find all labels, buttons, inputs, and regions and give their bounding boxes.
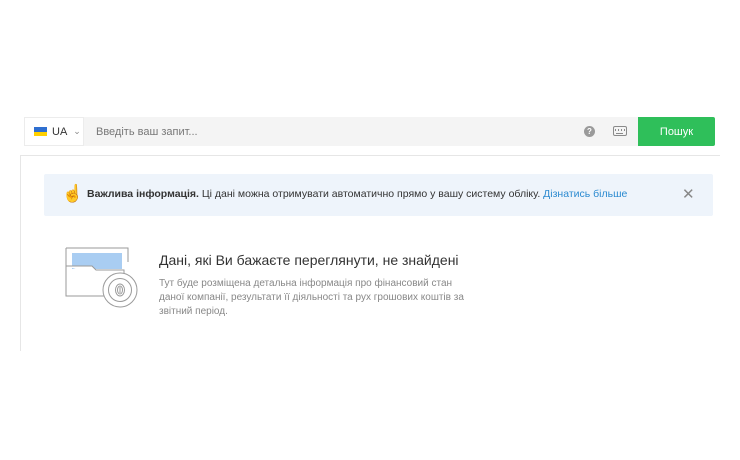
search-button[interactable]: Пошук: [638, 117, 715, 146]
search-bar: UA ⌄ ? Пошук: [24, 117, 715, 146]
language-selector[interactable]: UA ⌄: [24, 117, 84, 146]
language-code: UA: [52, 125, 68, 138]
chevron-down-icon: ⌄: [73, 126, 81, 136]
empty-state-description: Тут буде розміщена детальна інформація п…: [159, 278, 464, 317]
info-bold-text: Важлива інформація.: [87, 188, 199, 200]
info-text: Важлива інформація. Ці дані можна отриму…: [87, 188, 627, 200]
empty-state-title: Дані, які Ви бажаєте переглянути, не зна…: [159, 252, 459, 268]
ukraine-flag-icon: [34, 127, 47, 136]
folder-fingerprint-illustration: [65, 247, 138, 308]
close-icon[interactable]: ✕: [682, 187, 695, 202]
learn-more-link[interactable]: Дізнатись більше: [543, 188, 627, 200]
pointing-hand-icon: ☝: [62, 184, 84, 203]
divider: [20, 156, 21, 351]
info-banner: ☝ Важлива інформація. Ці дані можна отри…: [44, 174, 713, 216]
info-message: Ці дані можна отримувати автоматично пря…: [198, 188, 544, 200]
keyboard-icon[interactable]: [613, 126, 627, 136]
divider: [20, 155, 720, 156]
help-icon[interactable]: ?: [584, 126, 595, 137]
search-input[interactable]: [94, 117, 568, 146]
